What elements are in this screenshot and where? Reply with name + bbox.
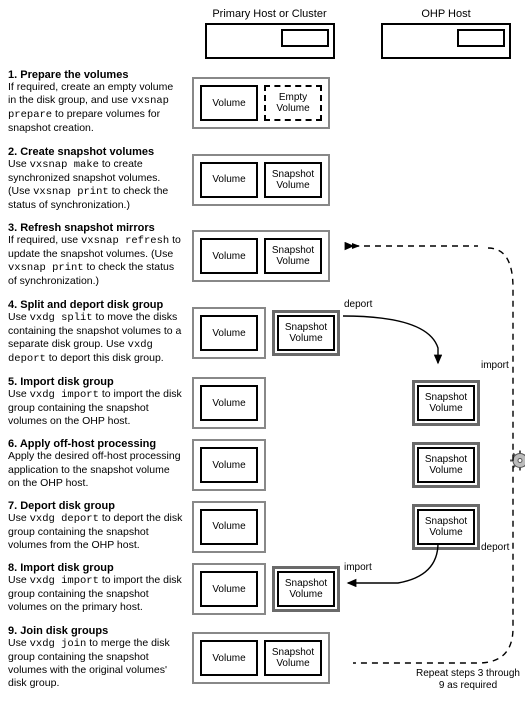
snapshot-volume-box-deported: Snapshot Volume: [277, 315, 335, 351]
step-5-primary: Volume: [192, 372, 347, 434]
import-label: import: [481, 360, 509, 371]
repeat-note: Repeat steps 3 through 9 as required: [413, 668, 523, 692]
step-6-ohp: Snapshot Volume: [351, 434, 525, 495]
ohp-host-icon: [381, 23, 511, 59]
step-8-primary: Volume Snapshot Volume import: [192, 558, 347, 620]
step-3-primary: Volume Snapshot Volume: [192, 218, 347, 295]
step-9-primary: Volume Snapshot Volume: [192, 621, 347, 697]
step-4-text: 4. Split and deport disk group Use vxdg …: [8, 295, 188, 373]
volume-box: Volume: [200, 238, 258, 274]
step-2-text: 2. Create snapshot volumes Use vxsnap ma…: [8, 142, 188, 219]
volume-box: Volume: [200, 85, 258, 121]
volume-box: Volume: [200, 509, 258, 545]
snapshot-volume-box: Snapshot Volume: [264, 238, 322, 274]
gears-icon: [509, 449, 525, 482]
step-6-primary: Volume: [192, 434, 347, 495]
step-3-text: 3. Refresh snapshot mirrors If required,…: [8, 218, 188, 295]
ohp-host-label: OHP Host: [351, 8, 525, 23]
step-8-text: 8. Import disk group Use vxdg import to …: [8, 558, 188, 620]
deport-label: deport: [481, 542, 509, 553]
primary-host-icon: [205, 23, 335, 59]
step-2-primary: Volume Snapshot Volume: [192, 142, 347, 219]
primary-host-label: Primary Host or Cluster: [192, 8, 347, 23]
empty-volume-box: Empty Volume: [264, 85, 322, 121]
step-7-ohp: Snapshot Volume deport: [351, 496, 525, 558]
step-4-primary: Volume Snapshot Volume deport: [192, 295, 347, 373]
step-1-primary: Volume Empty Volume: [192, 65, 347, 142]
snapshot-volume-box-ohp: Snapshot Volume: [417, 447, 475, 483]
step-1-text: 1. Prepare the volumes If required, crea…: [8, 65, 188, 142]
volume-box: Volume: [200, 571, 258, 607]
step-5-text: 5. Import disk group Use vxdg import to …: [8, 372, 188, 434]
volume-box: Volume: [200, 162, 258, 198]
snapshot-volume-box-ohp: Snapshot Volume: [417, 385, 475, 421]
volume-box: Volume: [200, 315, 258, 351]
step-6-text: 6. Apply off-host processing Apply the d…: [8, 434, 188, 495]
snapshot-volume-box-imported: Snapshot Volume: [277, 571, 335, 607]
snapshot-volume-box: Snapshot Volume: [264, 640, 322, 676]
volume-box: Volume: [200, 640, 258, 676]
step-7-text: 7. Deport disk group Use vxdg deport to …: [8, 496, 188, 558]
snapshot-volume-box-ohp: Snapshot Volume: [417, 509, 475, 545]
snapshot-volume-box: Snapshot Volume: [264, 162, 322, 198]
step-5-ohp: Snapshot Volume import: [351, 372, 525, 434]
volume-box: Volume: [200, 447, 258, 483]
step-7-primary: Volume: [192, 496, 347, 558]
volume-box: Volume: [200, 385, 258, 421]
step-9-text: 9. Join disk groups Use vxdg join to mer…: [8, 621, 188, 697]
